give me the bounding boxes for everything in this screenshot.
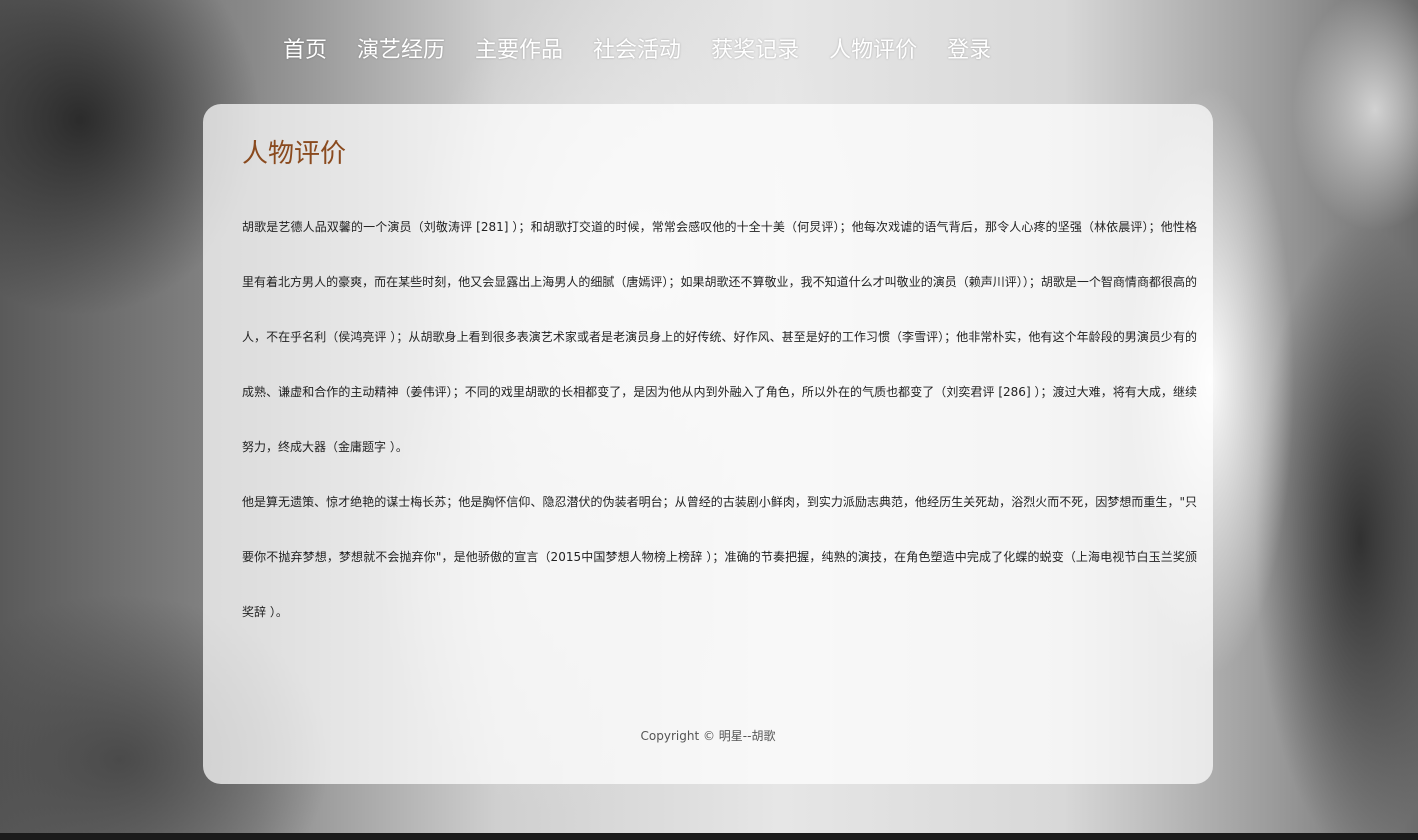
nav-evaluations[interactable]: 人物评价 xyxy=(829,32,917,64)
nav-home[interactable]: 首页 xyxy=(283,32,327,64)
nav-acting-career[interactable]: 演艺经历 xyxy=(357,32,445,64)
content-card: 人物评价 胡歌是艺德人品双馨的一个演员（刘敬涛评 [281] ）；和胡歌打交道的… xyxy=(203,104,1213,784)
main-nav: 首页 演艺经历 主要作品 社会活动 获奖记录 人物评价 登录 xyxy=(283,30,1021,66)
evaluation-paragraph-1: 胡歌是艺德人品双馨的一个演员（刘敬涛评 [281] ）；和胡歌打交道的时候，常常… xyxy=(242,220,1197,454)
page-title: 人物评价 xyxy=(242,139,347,169)
nav-awards[interactable]: 获奖记录 xyxy=(711,32,799,64)
copyright-footer: Copyright © 明星--胡歌 xyxy=(640,729,776,743)
page: 首页 演艺经历 主要作品 社会活动 获奖记录 人物评价 登录 人物评价 胡歌是艺… xyxy=(0,0,1418,840)
bottom-strip xyxy=(0,833,1418,840)
nav-login[interactable]: 登录 xyxy=(947,32,991,64)
nav-main-works[interactable]: 主要作品 xyxy=(475,32,563,64)
evaluation-paragraph-2: 他是算无遗策、惊才绝艳的谋士梅长苏；他是胸怀信仰、隐忍潜伏的伪装者明台；从曾经的… xyxy=(242,495,1197,619)
nav-social-activities[interactable]: 社会活动 xyxy=(593,32,681,64)
